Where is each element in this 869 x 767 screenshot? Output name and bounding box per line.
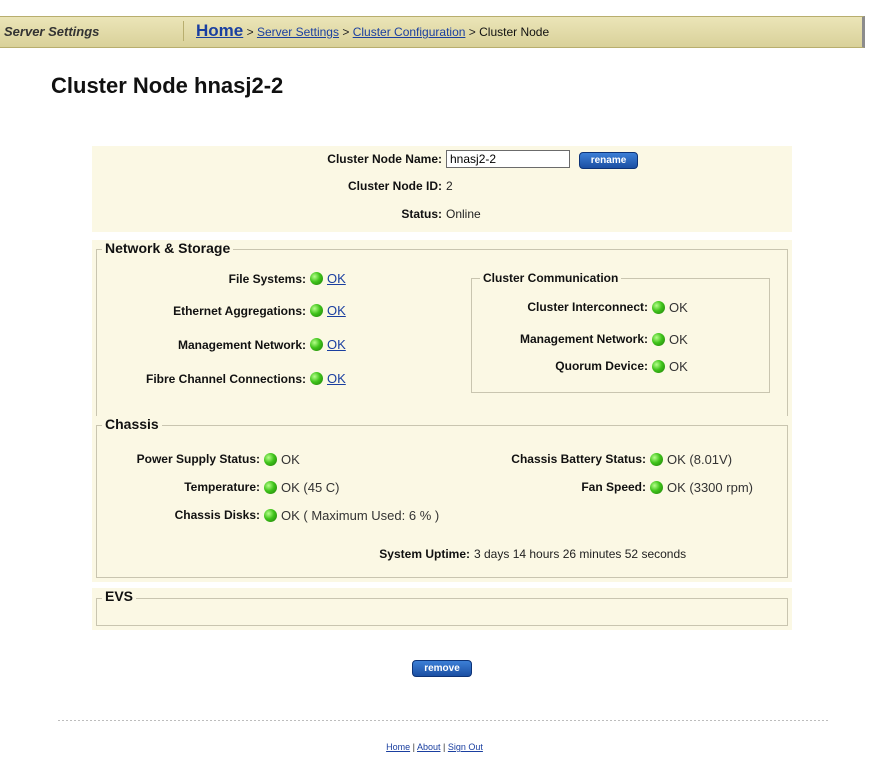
chassis-battery-label: Chassis Battery Status: bbox=[511, 452, 646, 466]
node-id-value: 2 bbox=[446, 179, 453, 193]
cluster-interconnect-status: OK bbox=[648, 299, 688, 317]
chassis-disks-status: OK ( Maximum Used: 6 % ) bbox=[260, 507, 439, 525]
section-title: Server Settings bbox=[4, 24, 100, 39]
status-ok-led-icon bbox=[650, 481, 663, 494]
fibre-channel-label: Fibre Channel Connections: bbox=[145, 372, 306, 386]
temperature-label: Temperature: bbox=[184, 480, 260, 494]
status-ok-led-icon bbox=[264, 481, 277, 494]
cluster-interconnect-value: OK bbox=[669, 300, 688, 315]
power-supply-status: OK bbox=[260, 451, 300, 469]
fan-speed-status: OK (3300 rpm) bbox=[646, 479, 753, 497]
breadcrumb-cluster-configuration-link[interactable]: Cluster Configuration bbox=[353, 25, 466, 39]
node-id-label: Cluster Node ID: bbox=[347, 179, 442, 193]
power-supply-value: OK bbox=[281, 452, 300, 467]
status-ok-led-icon bbox=[264, 453, 277, 466]
page-title: Cluster Node hnasj2-2 bbox=[51, 73, 284, 98]
node-status-value: Online bbox=[446, 207, 481, 221]
footer-separator: | bbox=[412, 742, 415, 752]
chassis-legend: Chassis bbox=[102, 416, 162, 432]
evs-fieldset bbox=[96, 598, 788, 626]
fan-speed-label: Fan Speed: bbox=[581, 480, 646, 494]
status-ok-led-icon bbox=[652, 360, 665, 373]
chassis-battery-status: OK (8.01V) bbox=[646, 451, 732, 469]
breadcrumb: Home > Server Settings > Cluster Configu… bbox=[196, 21, 549, 41]
status-ok-led-icon bbox=[650, 453, 663, 466]
fibre-channel-status: OK bbox=[306, 370, 346, 388]
status-ok-led-icon bbox=[310, 372, 323, 385]
nav-divider bbox=[183, 21, 184, 41]
breadcrumb-separator: > bbox=[468, 25, 476, 39]
node-status-label: Status: bbox=[401, 207, 442, 221]
chassis-disks-value: OK ( Maximum Used: 6 % ) bbox=[281, 508, 440, 523]
evs-panel: EVS bbox=[92, 588, 792, 630]
ethernet-aggregations-ok-link[interactable]: OK bbox=[327, 303, 346, 318]
footer-links: Home | About | Sign Out bbox=[0, 742, 869, 752]
network-storage-panel: Network & Storage File Systems: OK Ether… bbox=[92, 240, 792, 436]
status-ok-led-icon bbox=[264, 509, 277, 522]
footer-home-link[interactable]: Home bbox=[386, 742, 410, 752]
cc-management-network-label: Management Network: bbox=[519, 332, 648, 346]
quorum-device-value: OK bbox=[669, 359, 688, 374]
footer-divider bbox=[58, 720, 828, 721]
cluster-interconnect-label: Cluster Interconnect: bbox=[527, 300, 648, 314]
status-ok-led-icon bbox=[310, 304, 323, 317]
chassis-disks-label: Chassis Disks: bbox=[174, 508, 260, 522]
chassis-battery-value: OK (8.01V) bbox=[667, 452, 733, 467]
system-uptime-label: System Uptime: bbox=[379, 547, 470, 561]
system-uptime-value: 3 days 14 hours 26 minutes 52 seconds bbox=[474, 547, 687, 561]
footer-about-link[interactable]: About bbox=[417, 742, 441, 752]
cluster-communication-legend: Cluster Communication bbox=[480, 271, 622, 285]
remove-button[interactable]: remove bbox=[412, 660, 472, 677]
breadcrumb-home-link[interactable]: Home bbox=[196, 21, 243, 40]
temperature-value: OK (45 C) bbox=[281, 480, 340, 495]
file-systems-ok-link[interactable]: OK bbox=[327, 271, 346, 286]
management-network-label: Management Network: bbox=[177, 338, 306, 352]
cc-management-network-value: OK bbox=[669, 332, 688, 347]
quorum-device-label: Quorum Device: bbox=[555, 359, 648, 373]
ethernet-aggregations-status: OK bbox=[306, 302, 346, 320]
file-systems-label: File Systems: bbox=[228, 272, 306, 286]
network-storage-legend: Network & Storage bbox=[102, 240, 234, 256]
breadcrumb-current: Cluster Node bbox=[479, 25, 550, 39]
ethernet-aggregations-label: Ethernet Aggregations: bbox=[173, 304, 306, 318]
status-ok-led-icon bbox=[310, 272, 323, 285]
quorum-device-status: OK bbox=[648, 358, 688, 376]
status-ok-led-icon bbox=[652, 301, 665, 314]
temperature-status: OK (45 C) bbox=[260, 479, 340, 497]
breadcrumb-server-settings-link[interactable]: Server Settings bbox=[257, 25, 339, 39]
chassis-panel: Chassis Power Supply Status: OK Temperat… bbox=[92, 416, 792, 582]
management-network-ok-link[interactable]: OK bbox=[327, 337, 346, 352]
management-network-status: OK bbox=[306, 336, 346, 354]
footer-signout-link[interactable]: Sign Out bbox=[448, 742, 483, 752]
fan-speed-value: OK (3300 rpm) bbox=[667, 480, 753, 495]
status-ok-led-icon bbox=[652, 333, 665, 346]
cc-management-network-status: OK bbox=[648, 331, 688, 349]
node-name-label: Cluster Node Name: bbox=[327, 152, 442, 166]
evs-legend: EVS bbox=[102, 588, 137, 604]
footer-separator: | bbox=[443, 742, 446, 752]
top-nav-bar: Server Settings Home > Server Settings >… bbox=[0, 16, 865, 48]
rename-button[interactable]: rename bbox=[579, 152, 638, 169]
power-supply-label: Power Supply Status: bbox=[136, 452, 260, 466]
node-name-input[interactable] bbox=[446, 150, 570, 168]
status-ok-led-icon bbox=[310, 338, 323, 351]
breadcrumb-separator: > bbox=[342, 25, 350, 39]
node-info-box bbox=[92, 146, 792, 232]
file-systems-status: OK bbox=[306, 270, 346, 288]
breadcrumb-separator: > bbox=[246, 25, 254, 39]
fibre-channel-ok-link[interactable]: OK bbox=[327, 371, 346, 386]
